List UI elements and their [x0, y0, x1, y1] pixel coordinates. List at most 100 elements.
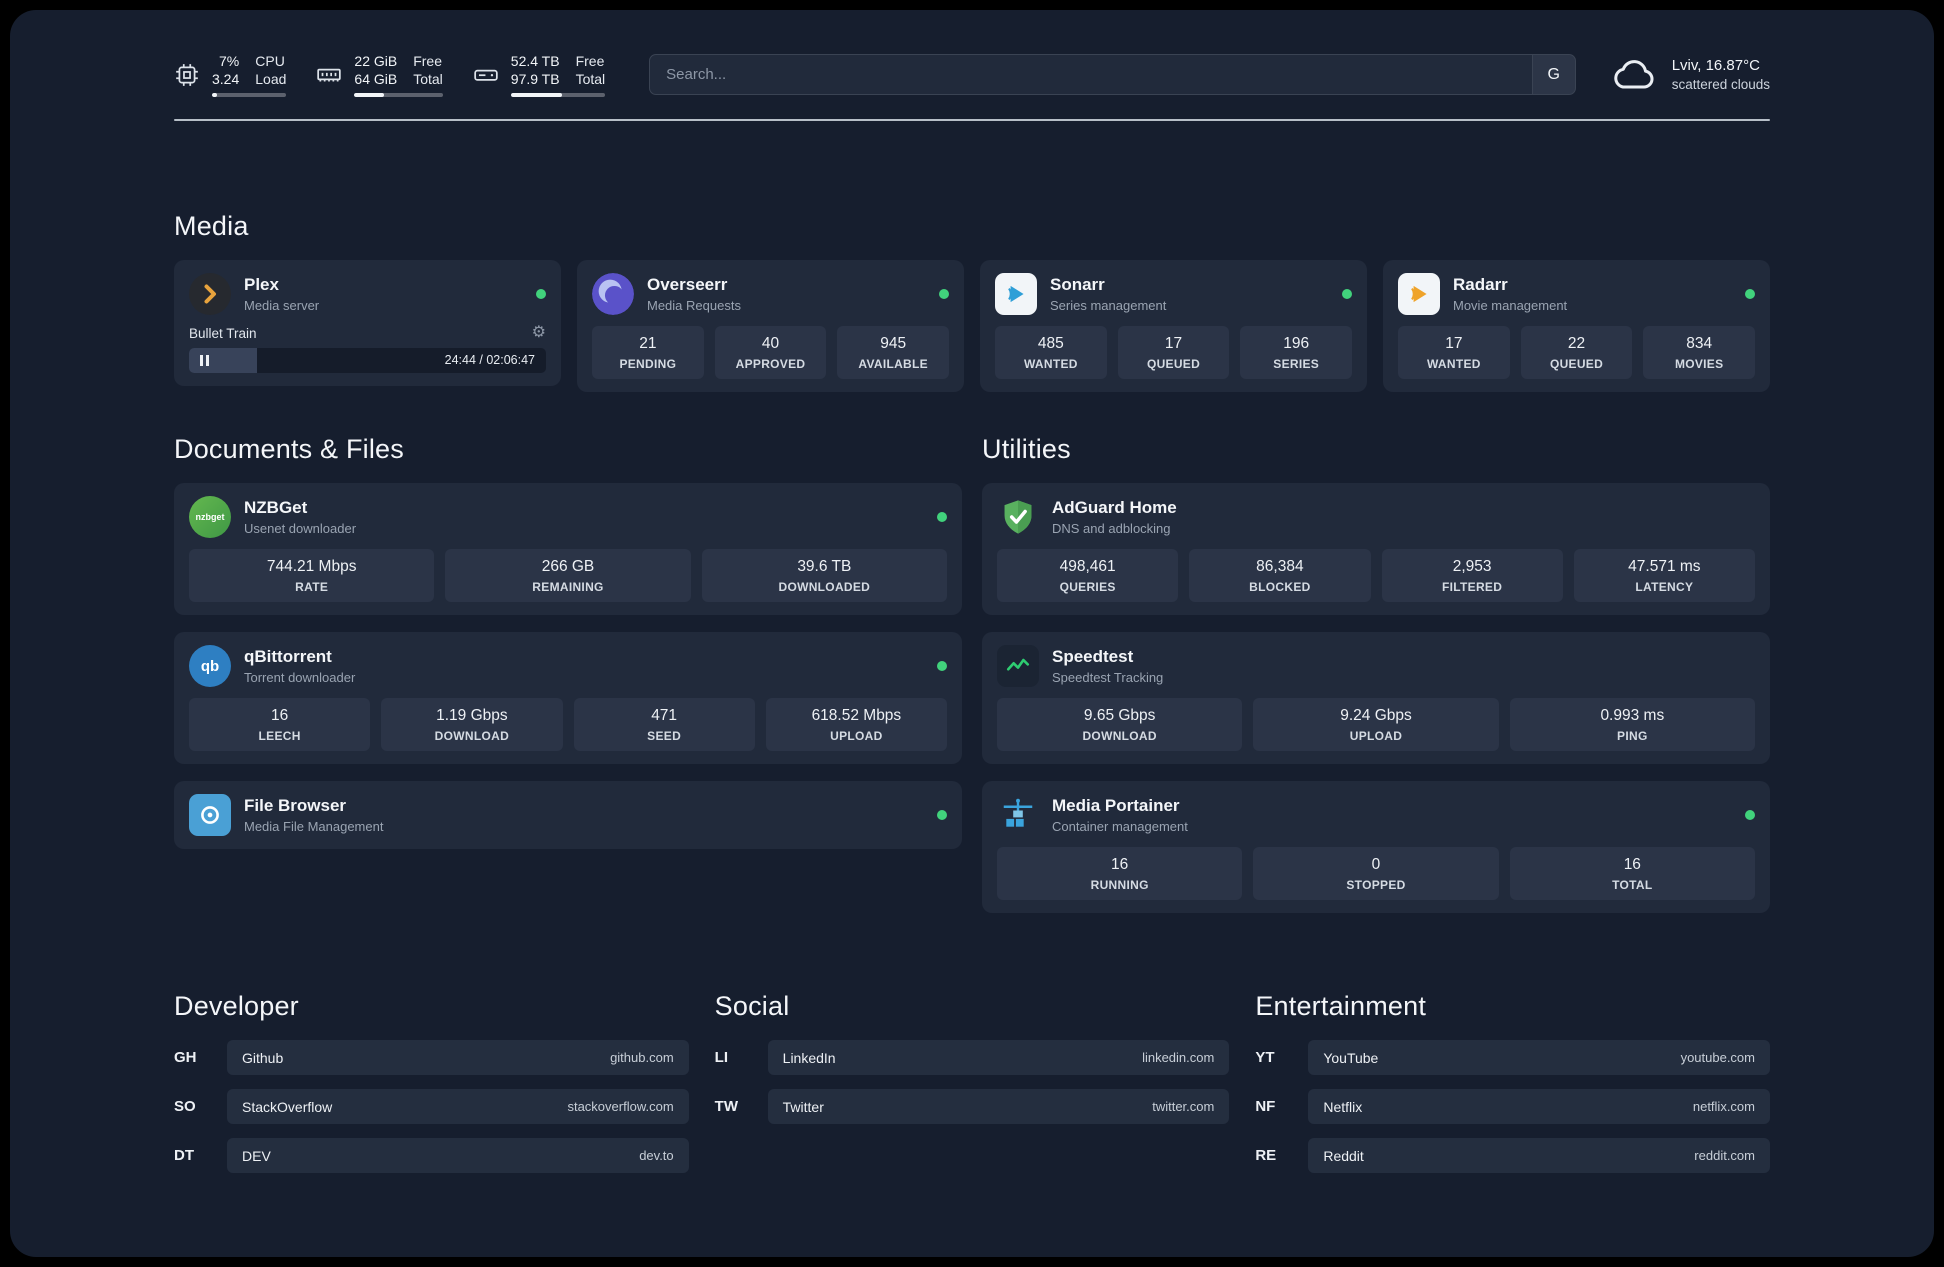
service-card-overseerr[interactable]: Overseerr Media Requests 21 PENDING 40 A…	[577, 260, 964, 393]
service-title: Sonarr	[1050, 275, 1105, 295]
bookmark-link-dev[interactable]: DEV dev.to	[227, 1138, 689, 1174]
stat-tile: 16 LEECH	[189, 698, 371, 752]
status-dot	[937, 512, 947, 523]
disk-icon	[473, 62, 499, 88]
pause-icon[interactable]	[200, 355, 209, 367]
section-documents: Documents & Files nzbget NZBGet Usenet d…	[174, 434, 962, 850]
bookmark-link-linkedin[interactable]: LinkedIn linkedin.com	[767, 1040, 1230, 1076]
stat-label: LATENCY	[1635, 580, 1694, 595]
search-input[interactable]	[649, 54, 1532, 96]
stat-label: LEECH	[258, 729, 301, 744]
disk-label-bottom: Total	[575, 71, 606, 88]
service-title: Overseerr	[647, 275, 728, 295]
status-dot	[1745, 810, 1755, 821]
speedtest-icon	[997, 645, 1039, 688]
stat-tile: 16 RUNNING	[997, 847, 1243, 901]
portainer-icon	[997, 794, 1039, 836]
bookmark-link-reddit[interactable]: Reddit reddit.com	[1308, 1138, 1770, 1174]
stat-value: 39.6 TB	[797, 558, 852, 576]
service-subtitle: DNS and adblocking	[1052, 521, 1171, 537]
service-card-radarr[interactable]: Radarr Movie management 17 WANTED 22 QUE…	[1383, 260, 1770, 393]
stat-value: 9.65 Gbps	[1083, 707, 1156, 725]
bookmark-abbr: YT	[1255, 1049, 1275, 1067]
status-dot	[536, 289, 546, 300]
stat-value: 485	[1037, 335, 1064, 353]
stat-tile: 16 TOTAL	[1509, 847, 1755, 901]
stat-value: 22	[1567, 335, 1586, 353]
search-bar: G	[649, 54, 1576, 96]
stat-value: 0.993 ms	[1600, 707, 1665, 725]
section-title-entertainment: Entertainment	[1255, 991, 1427, 1022]
bookmark-name: Github	[242, 1049, 284, 1066]
settings-gear-icon[interactable]: ⚙	[532, 325, 546, 341]
cpu-widget: 7% 3.24 CPU Load	[174, 52, 287, 98]
service-card-sonarr[interactable]: Sonarr Series management 485 WANTED 17 Q…	[980, 260, 1367, 393]
search-engine-button[interactable]: G	[1531, 54, 1576, 96]
stat-label: RATE	[295, 580, 329, 595]
bookmark-group-entertainment: Entertainment YT YouTube youtube.com NF …	[1255, 991, 1770, 1187]
stat-label: WANTED	[1426, 357, 1481, 372]
bookmark-row: RE Reddit reddit.com	[1255, 1138, 1770, 1174]
stat-value: 16	[1111, 856, 1129, 874]
weather-widget: Lviv, 16.87°C scattered clouds	[1610, 57, 1770, 92]
bookmark-abbr: DT	[174, 1147, 194, 1165]
dashboard: 7% 3.24 CPU Load 22 GiB 64 GiB Free Tota…	[10, 10, 1934, 1258]
bookmark-link-youtube[interactable]: YouTube youtube.com	[1308, 1040, 1770, 1076]
stat-label: QUEUED	[1549, 357, 1604, 372]
service-subtitle: Series management	[1050, 298, 1167, 314]
stat-value: 266 GB	[541, 558, 595, 576]
stat-value: 834	[1686, 335, 1713, 353]
bookmark-abbr: GH	[174, 1049, 197, 1067]
disk-total-value: 97.9 TB	[510, 71, 560, 88]
stat-tile: 17 QUEUED	[1117, 326, 1230, 380]
bookmark-group-social: Social LI LinkedIn linkedin.com TW Twitt…	[715, 991, 1230, 1138]
stat-value: 196	[1283, 335, 1310, 353]
stat-tile: 9.24 Gbps UPLOAD	[1253, 698, 1499, 752]
ram-readout: 22 GiB 64 GiB Free Total	[354, 52, 443, 98]
stat-tile: 17 WANTED	[1398, 326, 1510, 380]
cloud-icon	[1610, 59, 1658, 91]
status-dot	[1745, 289, 1755, 300]
bookmark-row: TW Twitter twitter.com	[714, 1089, 1230, 1125]
bookmark-url: twitter.com	[1152, 1099, 1215, 1115]
playback-progress-bar[interactable]: 24:44 / 02:06:47	[189, 348, 546, 374]
service-subtitle: Media File Management	[244, 819, 384, 835]
stat-label: DOWNLOAD	[1082, 729, 1157, 744]
status-dot	[939, 289, 949, 300]
status-dot	[937, 661, 947, 672]
stat-tile: 266 GB REMAINING	[445, 549, 691, 603]
stat-tile: 2,953 FILTERED	[1381, 549, 1563, 603]
disk-usage-bar	[510, 93, 606, 98]
bookmark-abbr: TW	[714, 1098, 738, 1116]
nzbget-icon-text: nzbget	[195, 512, 225, 523]
stat-tile: 47.571 ms LATENCY	[1573, 549, 1755, 603]
service-card-filebrowser[interactable]: File Browser Media File Management	[174, 781, 962, 850]
bookmark-row: NF Netflix netflix.com	[1255, 1089, 1770, 1125]
stat-label: DOWNLOADED	[778, 580, 871, 595]
stat-label: QUEUED	[1146, 357, 1201, 372]
bookmark-link-twitter[interactable]: Twitter twitter.com	[767, 1089, 1230, 1125]
service-card-portainer[interactable]: Media Portainer Container management 16 …	[982, 781, 1770, 914]
bookmark-name: Twitter	[782, 1098, 824, 1115]
bookmark-row: SO StackOverflow stackoverflow.com	[174, 1089, 689, 1125]
stat-label: MOVIES	[1674, 357, 1724, 372]
stat-tile: 0.993 ms PING	[1509, 698, 1755, 752]
disk-widget: 52.4 TB 97.9 TB Free Total	[473, 52, 606, 98]
bookmark-link-github[interactable]: Github github.com	[227, 1040, 689, 1076]
filebrowser-icon	[189, 794, 231, 837]
service-title: Plex	[244, 275, 279, 295]
stat-tile: 21 PENDING	[592, 326, 704, 380]
service-card-nzbget[interactable]: nzbget NZBGet Usenet downloader 744.21 M…	[174, 483, 962, 616]
bookmark-link-stackoverflow[interactable]: StackOverflow stackoverflow.com	[227, 1089, 689, 1125]
service-card-qbittorrent[interactable]: qb qBittorrent Torrent downloader 16 LEE…	[174, 632, 962, 765]
service-card-adguard[interactable]: AdGuard Home DNS and adblocking 498,461 …	[982, 483, 1770, 616]
service-card-speedtest[interactable]: Speedtest Speedtest Tracking 9.65 Gbps D…	[982, 632, 1770, 765]
stat-value: 0	[1371, 856, 1381, 874]
sonarr-icon	[995, 273, 1037, 316]
disk-usage-bar-fill	[510, 93, 562, 98]
plex-icon	[189, 273, 231, 316]
service-card-plex[interactable]: Plex Media server Bullet Train ⚙ 24:44 /…	[174, 260, 561, 387]
stat-tile: 86,384 BLOCKED	[1189, 549, 1371, 603]
now-playing-track: Bullet Train	[189, 325, 257, 341]
bookmark-link-netflix[interactable]: Netflix netflix.com	[1308, 1089, 1770, 1125]
